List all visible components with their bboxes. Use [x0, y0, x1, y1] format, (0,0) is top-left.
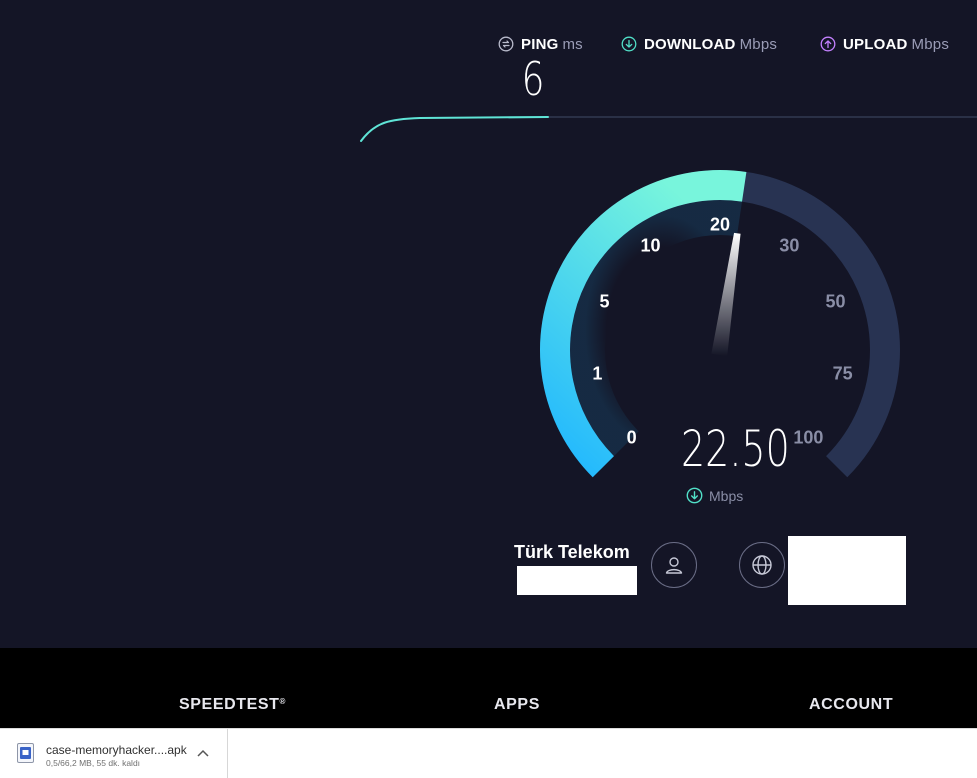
ping-icon — [498, 36, 514, 52]
registered-mark: ® — [279, 697, 287, 706]
download-unit: Mbps — [739, 35, 778, 53]
gauge-tick-30: 30 — [779, 235, 800, 256]
speed-history-graph — [360, 116, 977, 142]
upload-arrow-icon — [820, 36, 836, 52]
isp-name: Türk Telekom — [514, 542, 630, 562]
gauge-tick-1: 1 — [592, 363, 603, 384]
apk-file-icon — [17, 743, 34, 763]
ping-unit: ms — [562, 35, 583, 53]
gauge-tick-10: 10 — [640, 235, 661, 256]
upload-unit: Mbps — [911, 35, 950, 53]
upload-label: UPLOAD — [843, 35, 908, 53]
chevron-up-icon[interactable] — [196, 747, 210, 759]
gauge-tick-5: 5 — [599, 291, 610, 312]
download-label: DOWNLOAD — [644, 35, 736, 53]
server-button[interactable] — [739, 542, 785, 588]
redacted-server-box — [788, 536, 906, 605]
download-status: 0,5/66,2 MB, 55 dk. kaldı — [46, 758, 141, 768]
gauge-tick-100: 100 — [793, 427, 824, 448]
upload-metric: UPLOAD Mbps — [820, 34, 949, 54]
current-speed-value: 22.50 — [681, 420, 790, 478]
gauge-tick-75: 75 — [832, 363, 853, 384]
download-metric: DOWNLOAD Mbps — [621, 34, 777, 54]
nav-speedtest-label: SPEEDTEST — [179, 696, 280, 713]
nav-apps[interactable]: APPS — [494, 696, 540, 714]
download-arrow-icon — [621, 36, 637, 52]
speedtest-main: PING ms DOWNLOAD Mbps UPLOAD Mbps 6 0 1 … — [0, 0, 977, 648]
download-arrow-icon — [686, 487, 703, 504]
ping-metric: PING ms — [498, 34, 583, 54]
gauge-needle — [711, 232, 741, 357]
ping-label: PING — [521, 35, 559, 53]
gauge-tick-50: 50 — [825, 291, 846, 312]
download-file-name: case-memoryhacker....apk — [46, 743, 187, 757]
user-button[interactable] — [651, 542, 697, 588]
speed-unit-label: Mbps — [709, 487, 744, 504]
gauge-tick-20: 20 — [709, 214, 731, 235]
ping-value: 6 — [521, 52, 545, 106]
footer-nav — [0, 648, 977, 728]
redacted-ip-box — [517, 566, 637, 595]
gauge-tick-0: 0 — [626, 427, 637, 448]
user-icon — [665, 557, 683, 574]
nav-account[interactable]: ACCOUNT — [809, 696, 893, 714]
globe-icon — [752, 555, 772, 575]
download-item[interactable]: case-memoryhacker....apk 0,5/66,2 MB, 55… — [0, 729, 228, 778]
download-bar: case-memoryhacker....apk 0,5/66,2 MB, 55… — [0, 728, 977, 778]
current-speed-unit: Mbps — [686, 487, 743, 504]
nav-speedtest[interactable]: SPEEDTEST® — [179, 696, 286, 714]
